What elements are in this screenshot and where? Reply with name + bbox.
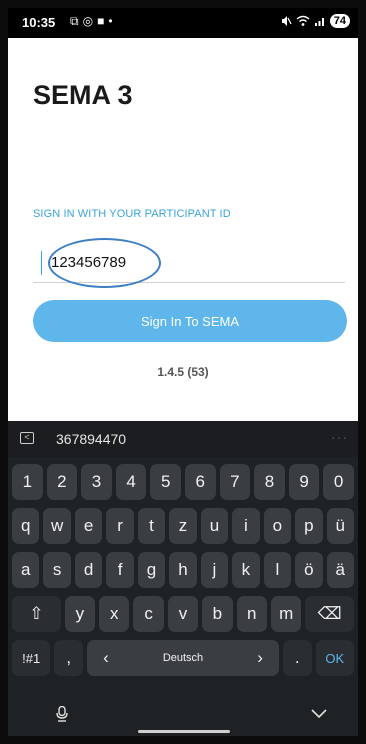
notification-icons: ⧉ ◎ ■ • <box>70 14 113 29</box>
key-k[interactable]: k <box>232 552 260 588</box>
key-a-umlaut[interactable]: ä <box>326 552 354 588</box>
key-i[interactable]: i <box>232 508 260 544</box>
key-z[interactable]: z <box>169 508 197 544</box>
key-3[interactable]: 3 <box>81 464 112 500</box>
key-u[interactable]: u <box>200 508 229 544</box>
key-c[interactable]: c <box>133 596 164 632</box>
space-bar[interactable]: ‹ Deutsch › <box>87 640 279 676</box>
key-5[interactable]: 5 <box>150 464 181 500</box>
left-arrow-icon: ‹ <box>103 648 109 667</box>
battery-icon: 74 <box>329 14 350 28</box>
key-o[interactable]: o <box>263 508 292 544</box>
key-2[interactable]: 2 <box>46 464 78 500</box>
app-notification-icon: ■ <box>97 14 105 28</box>
language-label: Deutsch <box>162 652 204 664</box>
status-time: 10:35 <box>22 15 56 30</box>
key-x[interactable]: x <box>99 596 130 632</box>
key-6[interactable]: 6 <box>184 464 216 500</box>
key-d[interactable]: d <box>74 552 103 588</box>
phone-frame: 10:35 ⧉ ◎ ■ • 74 SEMA 3 SIGN IN WITH YOU… <box>0 0 366 744</box>
wifi-icon <box>296 15 310 26</box>
app-title: SEMA 3 <box>33 80 133 110</box>
key-q[interactable]: q <box>12 508 40 544</box>
signal-icon <box>314 18 324 26</box>
period-key[interactable]: . <box>282 640 312 676</box>
system-icons: 74 <box>280 14 350 28</box>
key-v[interactable]: v <box>167 596 199 632</box>
screen: 10:35 ⧉ ◎ ■ • 74 SEMA 3 SIGN IN WITH YOU… <box>8 8 358 736</box>
participant-id-field[interactable] <box>33 243 345 283</box>
key-b[interactable]: b <box>202 596 233 632</box>
key-s[interactable]: s <box>43 552 71 588</box>
key-4[interactable]: 4 <box>115 464 147 500</box>
key-m[interactable]: m <box>270 596 302 632</box>
bottom-row: !#1 , ‹ Deutsch › . OK <box>12 640 354 676</box>
key-0[interactable]: 0 <box>323 464 354 500</box>
suggestion-bar: < 367894470 ··· <box>8 421 358 457</box>
key-7[interactable]: 7 <box>219 464 251 500</box>
right-arrow-icon: › <box>257 648 263 667</box>
key-8[interactable]: 8 <box>254 464 285 500</box>
symbols-key[interactable]: !#1 <box>12 640 51 676</box>
microphone-icon[interactable] <box>56 706 68 722</box>
key-n[interactable]: n <box>236 596 267 632</box>
key-w[interactable]: w <box>43 508 71 544</box>
key-g[interactable]: g <box>137 552 166 588</box>
status-bar: 10:35 ⧉ ◎ ■ • 74 <box>8 8 358 38</box>
ok-key[interactable]: OK <box>315 640 354 676</box>
key-j[interactable]: j <box>200 552 229 588</box>
key-p[interactable]: p <box>295 508 323 544</box>
key-9[interactable]: 9 <box>288 464 320 500</box>
version-label: 1.4.5 (53) <box>157 365 209 379</box>
number-row: 1 2 3 4 5 6 7 8 9 0 <box>12 464 354 500</box>
key-u-umlaut[interactable]: ü <box>326 508 354 544</box>
shift-key[interactable]: ⇧ <box>12 596 61 632</box>
key-t[interactable]: t <box>137 508 166 544</box>
comma-key[interactable]: , <box>54 640 84 676</box>
dot-icon: • <box>108 14 113 28</box>
screenshot-icon: ⧉ <box>70 14 79 28</box>
hide-keyboard-icon[interactable] <box>310 706 328 720</box>
letter-row-2: a s d f g h j k l ö ä <box>12 552 354 588</box>
home-indicator[interactable] <box>138 730 230 733</box>
signin-button[interactable]: Sign In To SEMA <box>33 300 347 342</box>
key-l[interactable]: l <box>263 552 292 588</box>
key-f[interactable]: f <box>106 552 134 588</box>
text-cursor <box>41 251 42 275</box>
key-r[interactable]: r <box>106 508 134 544</box>
mute-icon <box>281 16 292 26</box>
backspace-key[interactable]: ⌫ <box>305 596 354 632</box>
clipboard-icon[interactable]: < <box>20 432 34 444</box>
key-e[interactable]: e <box>74 508 103 544</box>
letter-row-1: q w e r t z u i o p ü <box>12 508 354 544</box>
more-icon[interactable]: ··· <box>331 429 348 445</box>
suggestion-item[interactable]: 367894470 <box>56 431 126 447</box>
instagram-icon: ◎ <box>82 14 94 28</box>
key-h[interactable]: h <box>169 552 197 588</box>
key-1[interactable]: 1 <box>12 464 43 500</box>
letter-row-3: ⇧ y x c v b n m ⌫ <box>12 596 354 632</box>
navigation-bar <box>8 698 358 736</box>
on-screen-keyboard: < 367894470 ··· 1 2 3 4 5 6 7 8 9 0 q w … <box>8 421 358 736</box>
key-o-umlaut[interactable]: ö <box>295 552 323 588</box>
key-y[interactable]: y <box>64 596 96 632</box>
signin-label: SIGN IN WITH YOUR PARTICIPANT ID <box>33 208 231 220</box>
key-a[interactable]: a <box>12 552 40 588</box>
